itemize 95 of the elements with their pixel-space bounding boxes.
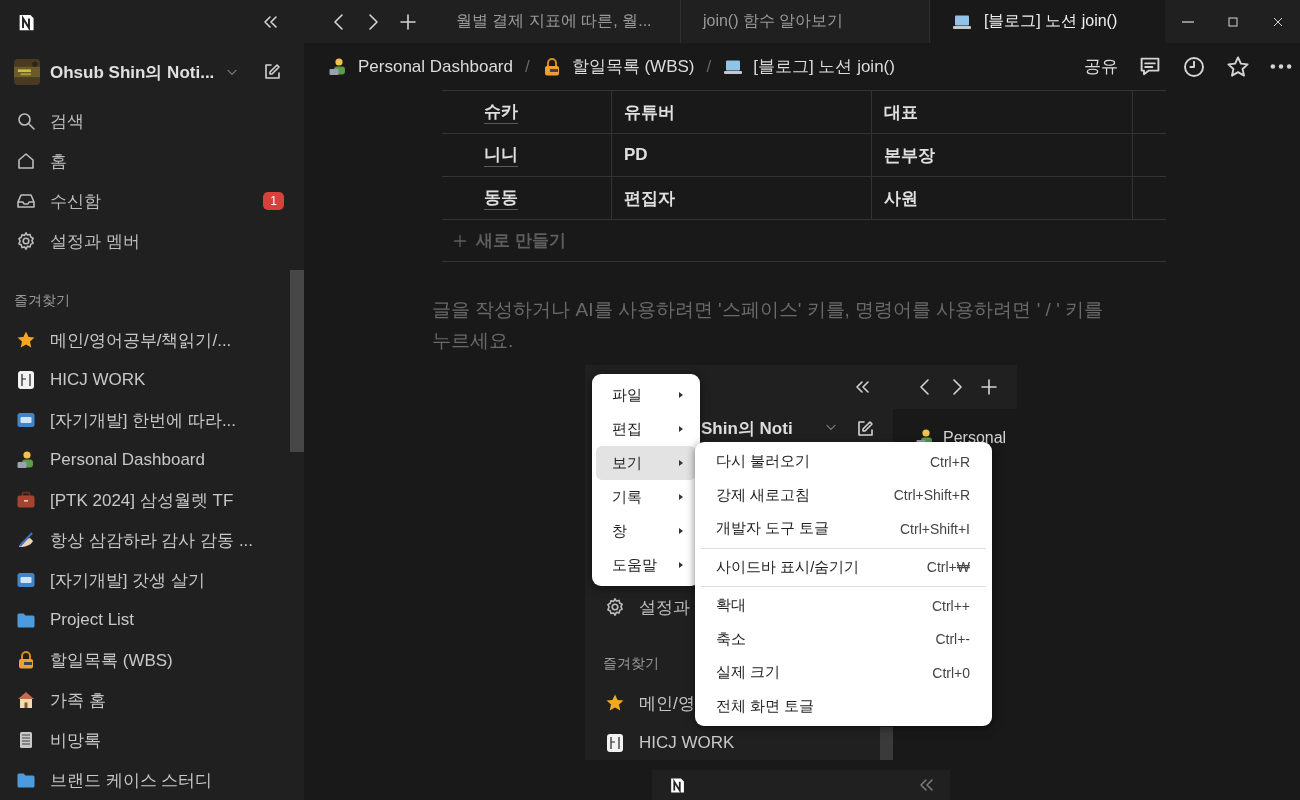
shortcut-label: Ctrl++: [931, 597, 970, 614]
menu-item[interactable]: 축소 Ctrl+-: [695, 622, 992, 656]
star-icon: [16, 330, 36, 350]
plus-icon: [452, 232, 468, 249]
shortcut-label: Ctrl+Shift+R: [893, 487, 970, 504]
tab[interactable]: [블로그] 노션 join(): [929, 0, 1165, 43]
shortcut-label: Ctrl+Shift+I: [899, 520, 970, 537]
page-link[interactable]: 니니: [484, 143, 518, 167]
page-link[interactable]: 슈카: [484, 100, 518, 124]
person-icon: [16, 450, 36, 470]
menu-item[interactable]: 편집: [596, 412, 696, 446]
section-title: 즐겨찾기: [13, 291, 71, 310]
menu-item[interactable]: 실제 크기 Ctrl+0: [695, 656, 992, 690]
sidebar-item[interactable]: 설정과 멤버: [0, 221, 290, 261]
notification-count: 1: [263, 192, 284, 210]
table-cell-text: 대표: [884, 101, 918, 124]
menu-item[interactable]: 다시 불러오기 Ctrl+R: [695, 445, 992, 479]
breadcrumb-link[interactable]: [블로그] 노션 join(): [723, 55, 895, 78]
sidebar-item[interactable]: HICJ WORK: [0, 360, 290, 400]
home-icon: [16, 151, 36, 171]
sidebar-item[interactable]: 검색: [0, 101, 290, 141]
more-icon: [1270, 64, 1292, 69]
person-icon: [328, 56, 348, 77]
section-title: 즐겨찾기: [603, 655, 659, 673]
breadcrumb-link[interactable]: Personal Dashboard: [328, 56, 513, 77]
workspace-name[interactable]: Ohsub Shin의 Noti...: [50, 60, 215, 84]
shortcut-label: Ctrl+₩: [926, 559, 970, 576]
shortcut-label: Ctrl+R: [929, 453, 970, 470]
pen-icon: [16, 530, 36, 550]
table-cell-text: 사원: [884, 187, 918, 210]
share-button[interactable]: 공유: [1084, 55, 1118, 78]
star-icon: [1226, 54, 1250, 79]
table-cell: PD: [624, 145, 648, 165]
menu-item[interactable]: 기록: [596, 480, 696, 514]
sidebar-item[interactable]: 브랜드 케이스 스터디: [0, 760, 290, 800]
star-icon: [605, 693, 625, 713]
sidebar-item[interactable]: 수신함 1: [0, 181, 290, 221]
badge-icon: [16, 570, 36, 590]
plus-icon: [979, 377, 999, 397]
sidebar-item[interactable]: HICJ WORK: [585, 723, 735, 760]
menu-item[interactable]: 전체 화면 토글: [695, 689, 992, 723]
page-link[interactable]: 동동: [484, 186, 518, 210]
breadcrumb-separator: /: [525, 56, 530, 77]
settings-icon: [16, 231, 36, 251]
sidebar-item[interactable]: 할일목록 (WBS): [0, 640, 290, 680]
page-icon: [605, 733, 625, 753]
menu-item[interactable]: 파일: [596, 378, 696, 412]
menu-item[interactable]: 창: [596, 514, 696, 548]
menu-item[interactable]: 보기: [596, 446, 696, 480]
workspace-name[interactable]: Shin의 Noti: [701, 419, 793, 439]
badge-icon: [16, 410, 36, 430]
sidebar-item[interactable]: Personal Dashboard: [0, 440, 290, 480]
table-cell-text: 유튜버: [624, 101, 675, 124]
scrollbar-thumb[interactable]: [880, 727, 893, 760]
sidebar-item[interactable]: [자기개발] 한번에 따라...: [0, 400, 290, 440]
edit-icon: [262, 62, 282, 82]
breadcrumb-link[interactable]: 할일목록 (WBS): [541, 55, 695, 78]
lock-icon: [16, 650, 36, 670]
sidebar-item[interactable]: 메인/영: [585, 683, 695, 723]
sidebar-item[interactable]: [PTK 2024] 삼성월렛 TF: [0, 480, 290, 520]
new-page-button[interactable]: [262, 62, 282, 82]
sidebar-item[interactable]: 가족 홈: [0, 680, 290, 720]
plus-icon: [398, 11, 419, 32]
table-cell-text: 본부장: [884, 144, 935, 167]
scrollbar-thumb[interactable]: [290, 270, 304, 452]
menu-item[interactable]: 사이드바 표시/숨기기 Ctrl+₩: [695, 550, 992, 584]
shortcut-label: Ctrl+0: [932, 664, 970, 681]
sidebar-item[interactable]: 비망록: [0, 720, 290, 760]
menu-item[interactable]: 도움말: [596, 548, 696, 582]
sidebar-item[interactable]: 메인/영어공부/책읽기/...: [0, 320, 290, 360]
inbox-icon: [16, 191, 36, 211]
menu-item[interactable]: 개발자 도구 토글 Ctrl+Shift+I: [695, 512, 992, 546]
history-button[interactable]: [1182, 54, 1206, 79]
sidebar-item[interactable]: 항상 삼감하라 감사 감동 ...: [0, 520, 290, 560]
table-cell-text: 편집자: [624, 187, 675, 210]
shortcut-label: Ctrl+-: [935, 631, 970, 648]
clock-icon: [1182, 54, 1206, 79]
placeholder-text: 글을 작성하거나 AI를 사용하려면 '스페이스' 키를, 명령어를 사용하려면 ' / ' 키를 누르세요.: [432, 298, 1105, 353]
page-icon: [16, 370, 36, 390]
breadcrumb-separator: /: [706, 56, 712, 77]
more-button[interactable]: [1270, 64, 1292, 69]
favorite-button[interactable]: [1226, 54, 1250, 79]
sidebar-item[interactable]: Project List: [0, 600, 290, 640]
minimize-icon: [1181, 20, 1194, 23]
menu-item[interactable]: 강제 새로고침 Ctrl+Shift+R: [695, 478, 992, 512]
tab[interactable]: 월별 결제 지표에 따른, 월...: [433, 0, 681, 43]
search-icon: [16, 111, 36, 131]
tab[interactable]: join() 함수 알아보기: [680, 0, 930, 43]
house-icon: [16, 690, 36, 710]
briefcase-icon: [16, 490, 36, 510]
menu-item[interactable]: 확대 Ctrl++: [695, 589, 992, 623]
sidebar-item[interactable]: 설정과: [585, 587, 690, 627]
sidebar-item[interactable]: [자기개발] 갓생 살기: [0, 560, 290, 600]
sidebar-item[interactable]: 홈: [0, 141, 290, 181]
settings-icon: [605, 597, 625, 617]
